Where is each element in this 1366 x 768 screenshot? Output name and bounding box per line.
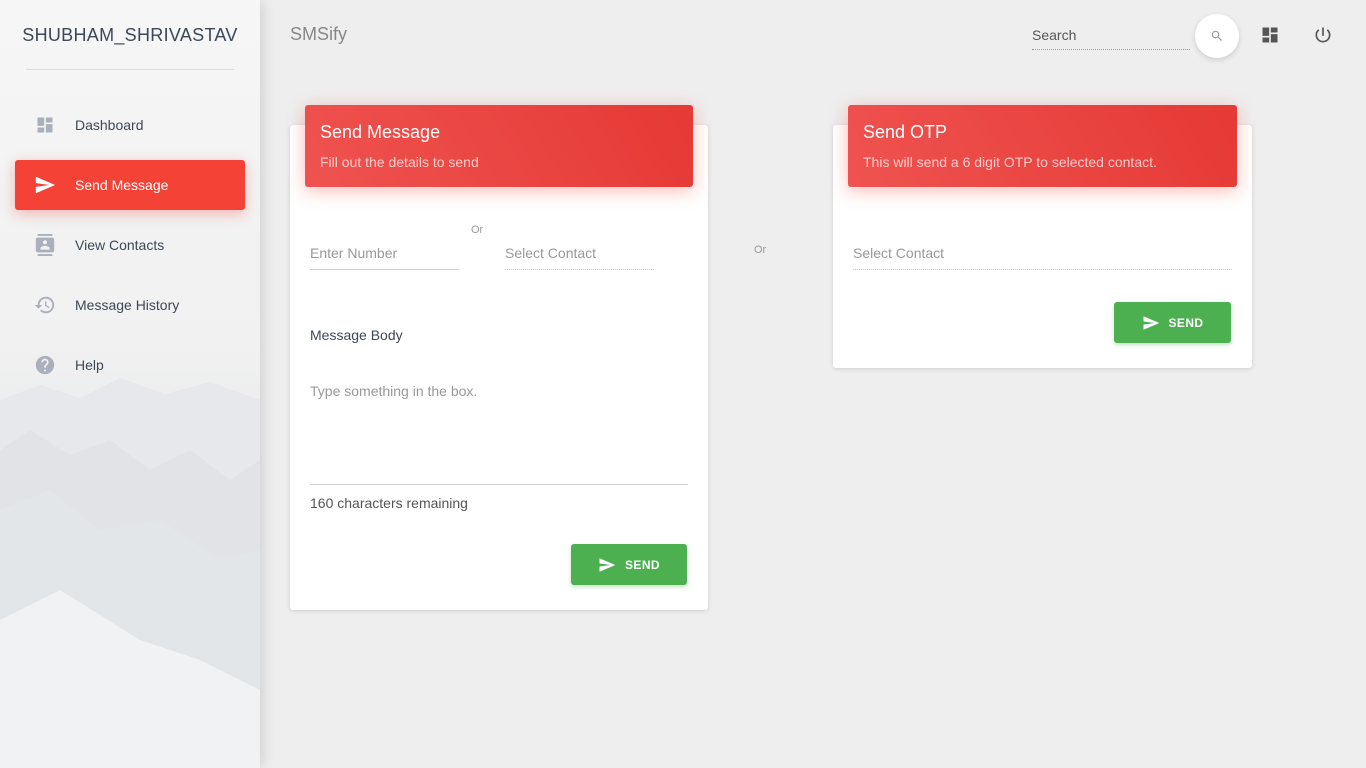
- dashboard-icon: [1260, 25, 1280, 45]
- number-input[interactable]: [310, 238, 459, 268]
- message-body-field: [310, 383, 688, 485]
- otp-contact-select-field: [853, 238, 1232, 270]
- send-button-label: SEND: [1168, 315, 1204, 330]
- send-icon: [598, 556, 616, 574]
- send-icon: [1142, 314, 1160, 332]
- page-title[interactable]: SMSify: [290, 24, 347, 45]
- history-icon: [34, 294, 56, 316]
- send-otp-button[interactable]: SEND: [1114, 302, 1231, 343]
- send-icon: [34, 174, 56, 196]
- card-subtitle: Fill out the details to send: [320, 154, 479, 170]
- number-field: [310, 238, 459, 270]
- otp-contact-select[interactable]: [853, 238, 1232, 268]
- brand-name: SHUBHAM_SHRIVASTAV: [22, 24, 238, 45]
- sidebar-item-dashboard[interactable]: Dashboard: [15, 100, 245, 150]
- search-field: [1032, 22, 1190, 50]
- message-body-label: Message Body: [310, 327, 403, 343]
- card-title: Send OTP: [863, 122, 948, 142]
- sidebar-item-label: Send Message: [75, 177, 169, 193]
- help-icon: [34, 354, 56, 376]
- send-button-label: SEND: [625, 557, 660, 572]
- dashboard-button[interactable]: [1258, 23, 1282, 47]
- sidebar-item-label: Help: [75, 357, 104, 373]
- contacts-icon: [34, 234, 56, 256]
- contact-select-field: [505, 238, 654, 270]
- send-message-button[interactable]: SEND: [571, 544, 687, 585]
- sidebar-item-message-history[interactable]: Message History: [15, 280, 245, 330]
- message-body-input[interactable]: [310, 383, 688, 484]
- logout-button[interactable]: [1311, 23, 1335, 47]
- brand-divider: [26, 69, 234, 70]
- sidebar-item-help[interactable]: Help: [15, 340, 245, 390]
- contact-select[interactable]: [505, 238, 654, 268]
- brand[interactable]: SHUBHAM_SHRIVASTAV: [0, 0, 260, 70]
- sidebar-item-label: Dashboard: [75, 117, 144, 133]
- sidebar: SHUBHAM_SHRIVASTAV Dashboard Send Messag…: [0, 0, 260, 768]
- sidebar-item-send-message[interactable]: Send Message: [15, 160, 245, 210]
- cards-or-label: Or: [754, 244, 767, 256]
- card-title: Send Message: [320, 122, 441, 142]
- sidebar-item-label: Message History: [75, 297, 180, 313]
- power-icon: [1313, 25, 1333, 45]
- dashboard-icon: [34, 114, 56, 136]
- search-icon: [1210, 29, 1224, 43]
- sidebar-background-image: [0, 378, 260, 768]
- sidebar-item-view-contacts[interactable]: View Contacts: [15, 220, 245, 270]
- search-button[interactable]: [1195, 14, 1239, 58]
- send-message-card-header: Send Message Fill out the details to sen…: [305, 105, 693, 187]
- card-subtitle: This will send a 6 digit OTP to selected…: [863, 154, 1157, 170]
- send-message-card: Or Message Body 160 characters remaining…: [290, 125, 708, 610]
- search-input[interactable]: [1032, 22, 1190, 48]
- sidebar-item-label: View Contacts: [75, 237, 165, 253]
- sidebar-nav: Dashboard Send Message View Contacts Mes…: [15, 100, 245, 400]
- send-otp-card-header: Send OTP This will send a 6 digit OTP to…: [848, 105, 1237, 187]
- or-label: Or: [471, 224, 484, 236]
- characters-remaining: 160 characters remaining: [310, 495, 468, 511]
